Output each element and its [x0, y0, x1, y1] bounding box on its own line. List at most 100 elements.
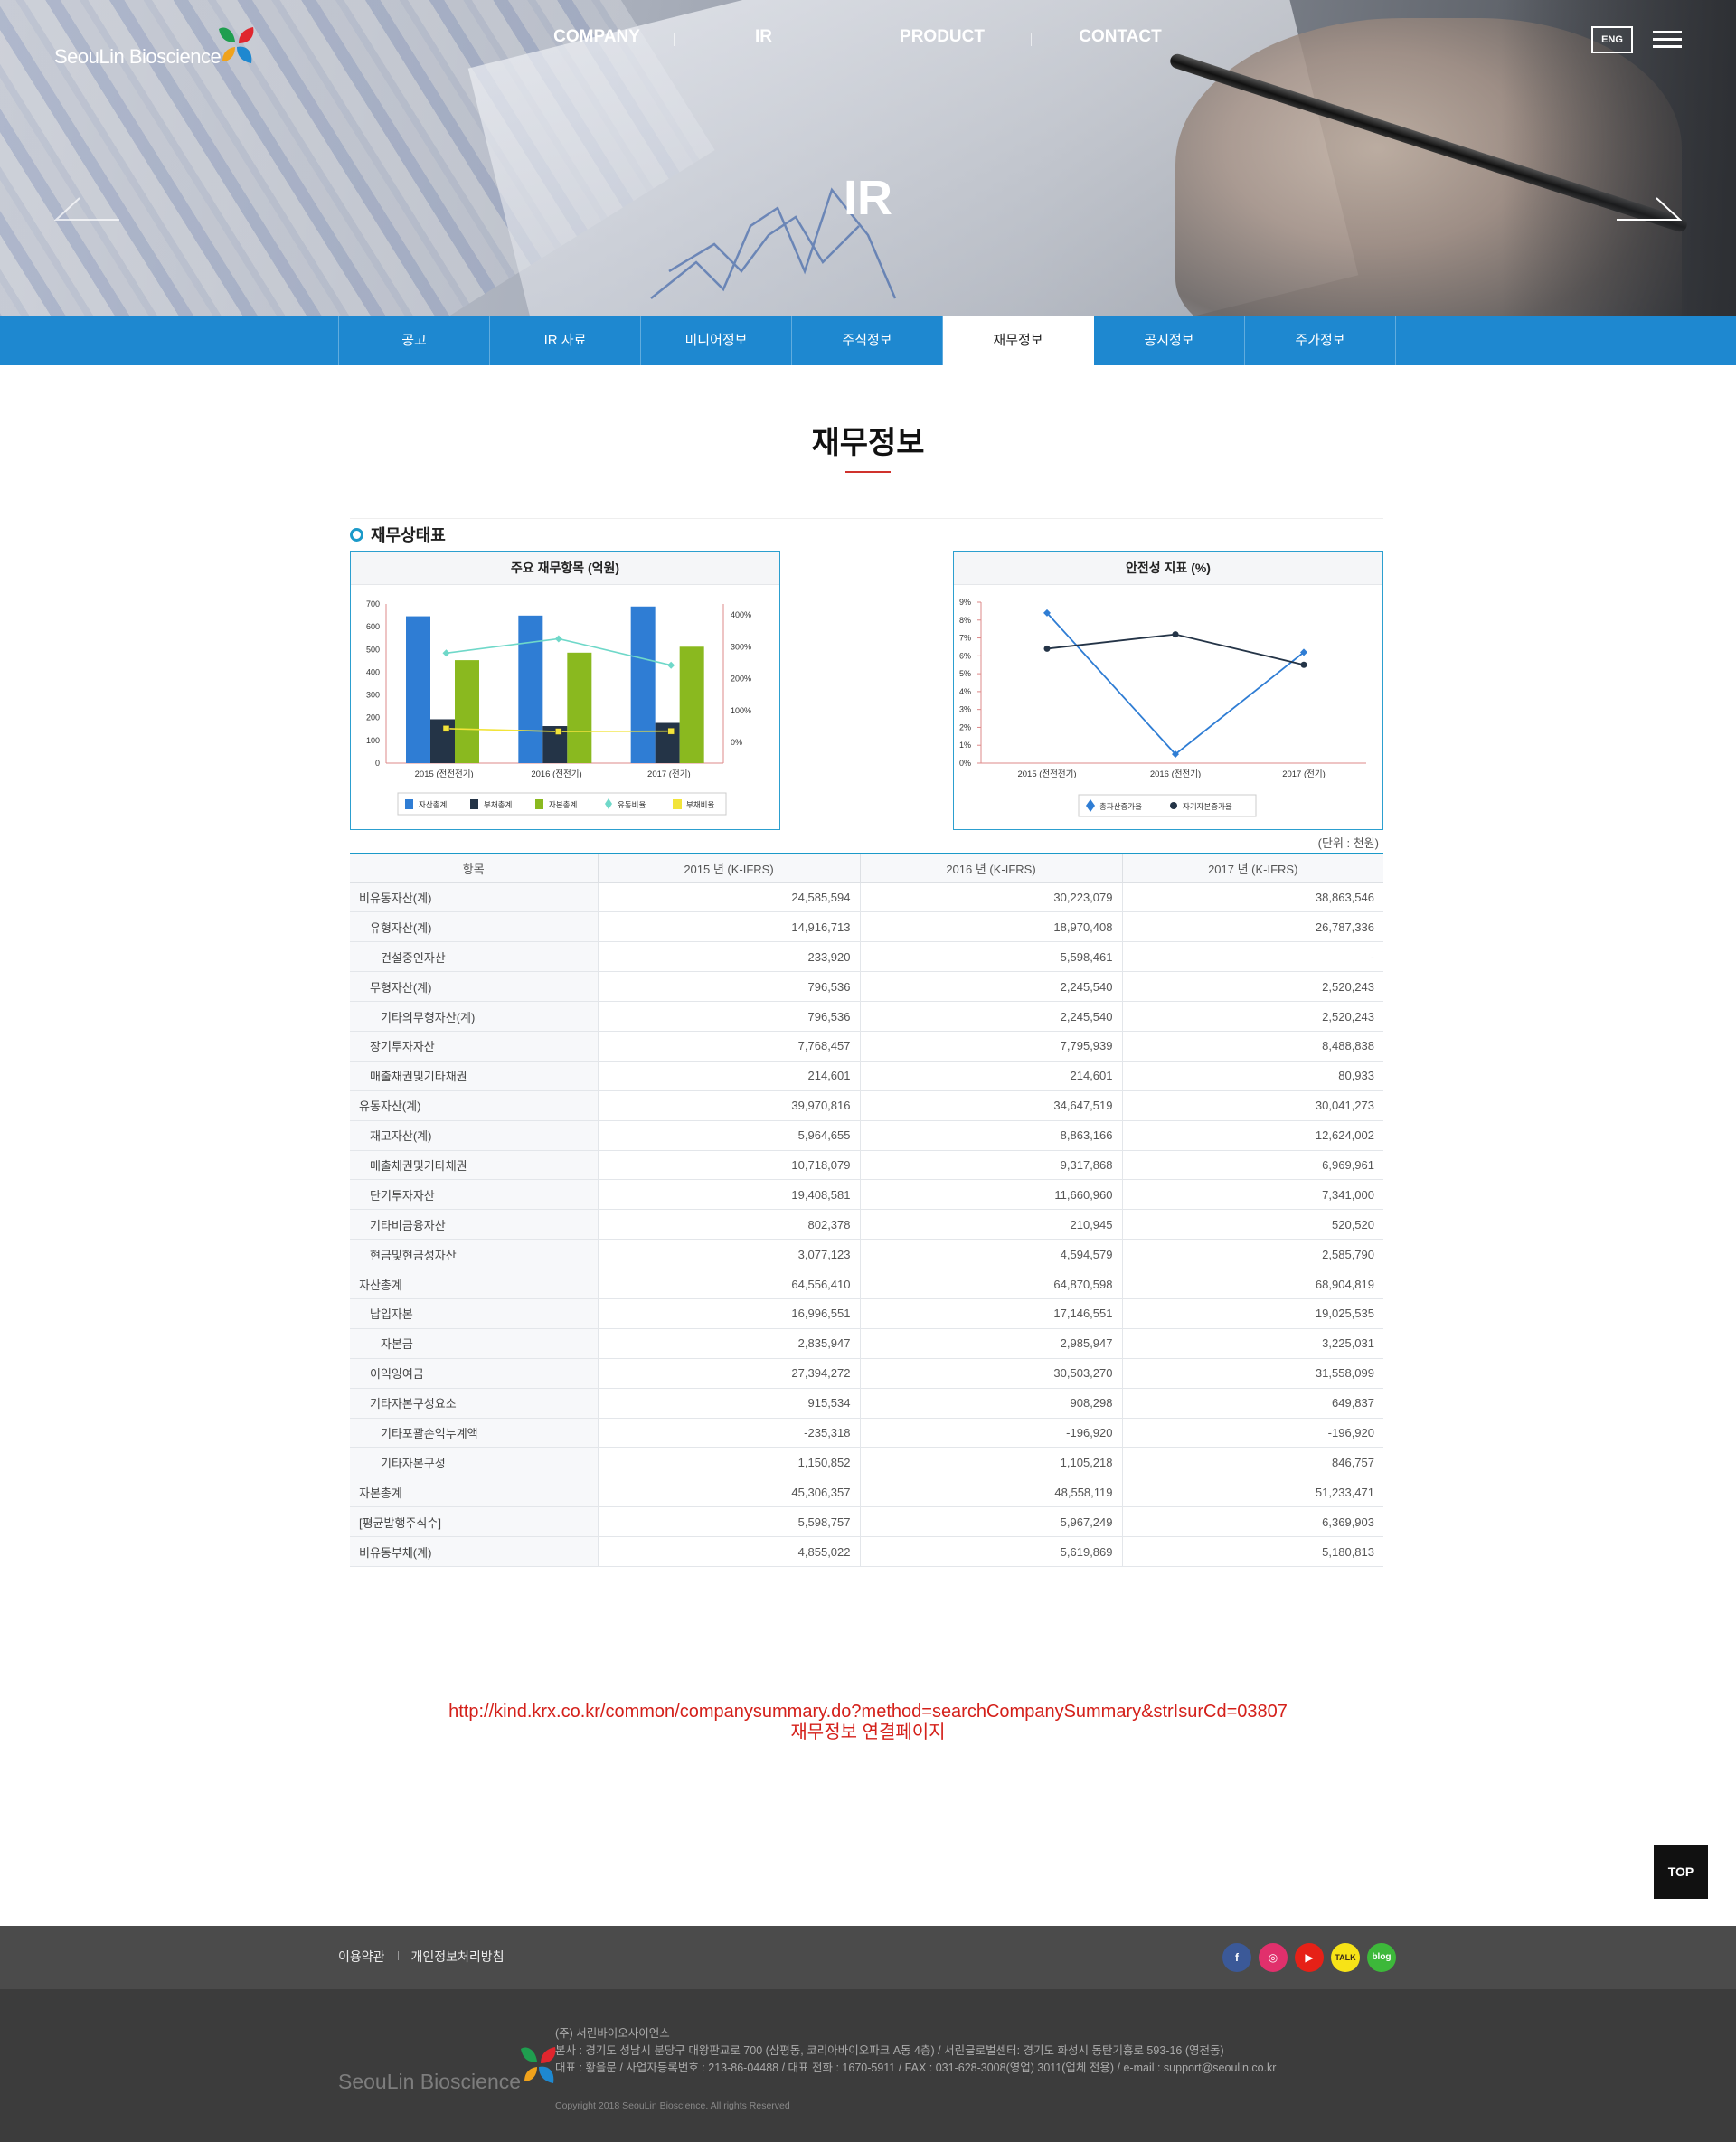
youtube-icon[interactable]: ▶ — [1295, 1943, 1324, 1972]
slide-prev-arrow-icon[interactable] — [54, 194, 121, 222]
nav-contact[interactable]: CONTACT — [1032, 27, 1209, 47]
hamburger-menu-icon[interactable] — [1653, 31, 1682, 49]
terms-link[interactable]: 이용약관 — [338, 1948, 385, 1966]
legend-label: 부채비율 — [686, 800, 714, 809]
column-header: 2016 년 (K-IFRS) — [860, 854, 1123, 883]
cell-value: 9,317,868 — [860, 1150, 1123, 1181]
y-tick-label: 2% — [959, 722, 971, 731]
cell-value: 1,105,218 — [860, 1447, 1123, 1478]
krx-financial-link[interactable]: http://kind.krx.co.kr/common/companysumm… — [0, 1702, 1736, 1743]
logo-text: SeouLin Bioscience — [54, 45, 222, 68]
cell-value: 915,534 — [598, 1388, 861, 1419]
subnav-tab[interactable]: 주식정보 — [792, 316, 943, 365]
row-label: 납입자본 — [350, 1298, 599, 1329]
row-label: 기타포괄손익누계액 — [350, 1418, 599, 1448]
legend-label: 유동비율 — [618, 800, 646, 809]
cell-value: 6,369,903 — [1122, 1506, 1383, 1538]
row-label: 자산총계 — [350, 1269, 599, 1299]
cell-value: 10,718,079 — [598, 1150, 861, 1181]
footer-top-bar: 이용약관 개인정보처리방침 f ◎ ▶ TALK blog — [0, 1926, 1736, 1989]
global-nav: COMPANY IR PRODUCT CONTACT — [520, 27, 1209, 47]
stability-index-chart: 안전성 지표 (%) 9% 8% 7% 6% 5% 4% 3% 2% 1% 0% 2015 (전전전… — [953, 551, 1383, 830]
y-tick-label: 0% — [959, 759, 971, 768]
legend-label: 총자산증가율 — [1099, 802, 1142, 811]
y2-tick-label: 0% — [731, 738, 742, 747]
cell-value: 19,408,581 — [598, 1179, 861, 1211]
table-row: 현금및현금성자산 3,077,123 4,594,579 2,585,790 — [350, 1239, 1383, 1270]
kakaotalk-icon[interactable]: TALK — [1331, 1943, 1360, 1972]
cell-value: 4,855,022 — [598, 1536, 861, 1567]
scroll-top-button[interactable]: TOP — [1654, 1845, 1708, 1899]
row-label: 기타의무형자산(계) — [350, 1001, 599, 1032]
point-유동비율 — [554, 635, 562, 643]
cell-value: 12,624,002 — [1122, 1120, 1383, 1151]
subnav-tab[interactable]: 공시정보 — [1094, 316, 1245, 365]
point-유동비율 — [442, 649, 450, 657]
cell-value: 8,863,166 — [860, 1120, 1123, 1151]
point-자기자본증가율 — [1300, 661, 1307, 668]
y-tick-label: 0 — [375, 759, 380, 768]
blog-icon[interactable]: blog — [1367, 1943, 1396, 1972]
cell-value: 796,536 — [598, 971, 861, 1003]
table-row: 기타의무형자산(계) 796,536 2,245,540 2,520,243 — [350, 1001, 1383, 1032]
legend-swatch — [1170, 802, 1177, 809]
row-label: 기타비금융자산 — [350, 1209, 599, 1241]
subnav-tab[interactable]: 재무정보 — [943, 316, 1094, 365]
cell-value: 39,970,816 — [598, 1090, 861, 1121]
footer-info: SeouLin Bioscience (주) 서린바이오사이언스 본사 : 경기… — [0, 1989, 1736, 2142]
link-url[interactable]: http://kind.krx.co.kr/common/companysumm… — [0, 1702, 1736, 1722]
cell-value: 2,585,790 — [1122, 1239, 1383, 1270]
company-name: (주) 서린바이오사이언스 — [555, 2027, 670, 2040]
y-tick-label: 6% — [959, 651, 971, 660]
instagram-icon[interactable]: ◎ — [1259, 1943, 1288, 1972]
footer-logo-leaf-icon — [521, 2047, 556, 2083]
nav-ir[interactable]: IR — [675, 27, 853, 47]
y-tick-label: 4% — [959, 687, 971, 696]
cell-value: 30,223,079 — [860, 882, 1123, 913]
title-underline — [845, 471, 891, 473]
table-row: 자산총계 64,556,410 64,870,598 68,904,819 — [350, 1269, 1383, 1299]
subnav-tab[interactable]: IR 자료 — [490, 316, 641, 365]
subnav-tab[interactable]: 공고 — [339, 316, 490, 365]
company-contact: 대표 : 황을문 / 사업자등록번호 : 213-86-04488 / 대표 전… — [555, 2062, 1277, 2074]
cell-value: 8,488,838 — [1122, 1031, 1383, 1062]
cell-value: -196,920 — [860, 1418, 1123, 1448]
point-자기자본증가율 — [1043, 645, 1051, 652]
table-row: 건설중인자산 233,920 5,598,461- — [350, 941, 1383, 973]
row-label: 비유동자산(계) — [350, 882, 599, 913]
nav-company[interactable]: COMPANY — [520, 27, 674, 47]
legend-swatch — [470, 799, 478, 809]
column-header: 2017 년 (K-IFRS) — [1122, 854, 1383, 883]
language-button[interactable]: ENG — [1591, 26, 1633, 53]
cell-value: 908,298 — [860, 1388, 1123, 1419]
site-logo[interactable]: SeouLin Bioscience — [54, 13, 257, 69]
table-row: 매출채권및기타채권 10,718,079 9,317,868 6,969,961 — [350, 1150, 1383, 1181]
row-label: 기타자본구성요소 — [350, 1388, 599, 1419]
page-title: 재무정보 — [811, 426, 925, 460]
nav-product[interactable]: PRODUCT — [854, 27, 1031, 47]
cell-value: 11,660,960 — [860, 1179, 1123, 1211]
y-tick-label: 100 — [366, 736, 380, 745]
subnav-tab[interactable]: 미디어정보 — [641, 316, 792, 365]
row-label: 장기투자자산 — [350, 1031, 599, 1062]
cell-value: 802,378 — [598, 1209, 861, 1241]
slide-next-arrow-icon[interactable] — [1615, 194, 1682, 222]
cell-value: 5,964,655 — [598, 1120, 861, 1151]
cell-value: 68,904,819 — [1122, 1269, 1383, 1299]
cell-value: 5,598,757 — [598, 1506, 861, 1538]
facebook-icon[interactable]: f — [1222, 1943, 1251, 1972]
section-heading: 재무상태표 — [350, 523, 446, 546]
hero-title: IR — [844, 171, 892, 225]
cell-value: 2,245,540 — [860, 971, 1123, 1003]
cell-value: 14,916,713 — [598, 911, 861, 943]
cell-value: 2,245,540 — [860, 1001, 1123, 1032]
subnav-tab[interactable]: 주가정보 — [1245, 316, 1396, 365]
footer-logo[interactable]: SeouLin Bioscience — [338, 2043, 559, 2094]
cell-value: 38,863,546 — [1122, 882, 1383, 913]
row-label: 재고자산(계) — [350, 1120, 599, 1151]
cell-value: 18,970,408 — [860, 911, 1123, 943]
privacy-policy-link[interactable]: 개인정보처리방침 — [411, 1948, 505, 1966]
bar-자본총계 — [455, 660, 479, 763]
x-tick-label: 2017 (전기) — [1282, 769, 1326, 779]
link-caption[interactable]: 재무정보 연결페이지 — [0, 1722, 1736, 1743]
